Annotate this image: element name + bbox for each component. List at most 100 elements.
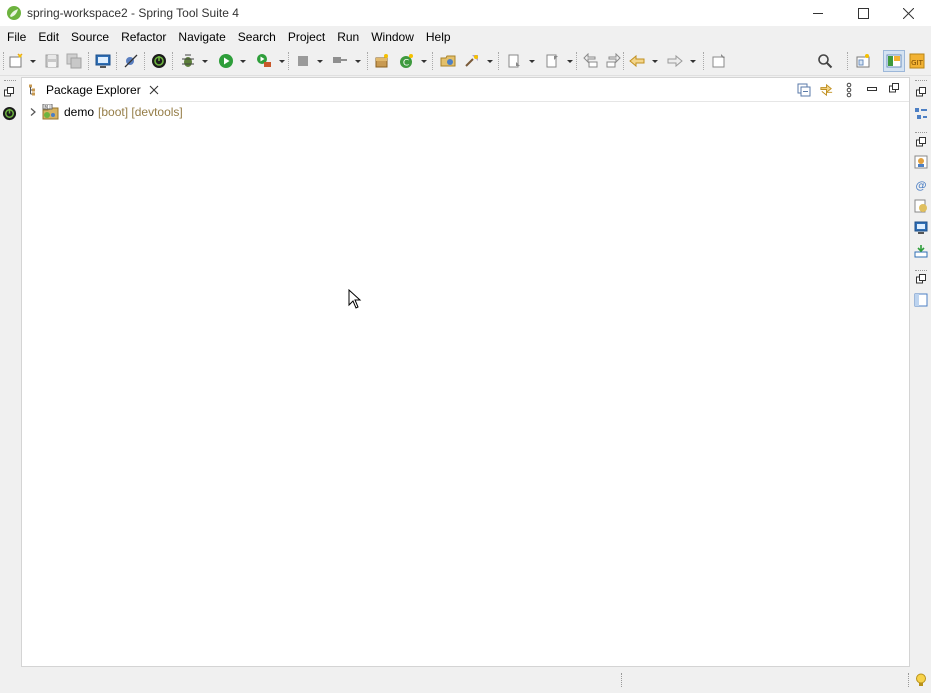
git-perspective-icon[interactable]: GIT xyxy=(909,53,925,69)
pin-editor-icon[interactable] xyxy=(711,53,727,69)
back-icon[interactable] xyxy=(629,53,645,69)
package-explorer-icon xyxy=(29,84,35,96)
menu-edit[interactable]: Edit xyxy=(32,26,65,48)
previous-annotation-icon[interactable] xyxy=(545,53,561,69)
open-type-icon[interactable] xyxy=(440,53,456,69)
restore-icon[interactable] xyxy=(916,274,926,284)
new-java-class-icon[interactable]: C xyxy=(398,53,414,69)
new-java-package-icon[interactable] xyxy=(374,53,390,69)
window-title: spring-workspace2 - Spring Tool Suite 4 xyxy=(27,6,239,20)
search-icon[interactable] xyxy=(817,53,833,69)
main-toolbar: C GIT xyxy=(0,48,931,76)
skip-breakpoints-icon[interactable] xyxy=(123,53,139,69)
close-icon xyxy=(903,7,914,19)
title-bar: spring-workspace2 - Spring Tool Suite 4 xyxy=(0,0,931,26)
maximize-button[interactable] xyxy=(841,0,886,26)
run-icon[interactable] xyxy=(218,53,234,69)
menu-source[interactable]: Source xyxy=(65,26,115,48)
javadoc-icon[interactable]: @ xyxy=(914,178,928,192)
run-dropdown[interactable] xyxy=(240,60,246,63)
package-explorer-view: Package Explorer M J demo [boot] [devtoo… xyxy=(21,77,910,667)
disconnect-dropdown[interactable] xyxy=(355,60,361,63)
view-tab-bar: Package Explorer xyxy=(22,78,909,102)
run-external-tools-dropdown[interactable] xyxy=(279,60,285,63)
project-tree: M J demo [boot] [devtools] xyxy=(22,102,909,122)
menu-file[interactable]: File xyxy=(1,26,32,48)
debug-icon[interactable] xyxy=(180,53,196,69)
minimize-button[interactable] xyxy=(796,0,841,26)
new-wizard-icon[interactable] xyxy=(8,53,24,69)
status-separator xyxy=(621,673,622,687)
run-external-tools-icon[interactable] xyxy=(256,53,272,69)
close-button[interactable] xyxy=(886,0,931,26)
java-perspective-icon xyxy=(886,54,902,68)
svg-text:GIT: GIT xyxy=(911,59,923,67)
maven-boot-project-icon: M J xyxy=(42,104,59,120)
collapse-all-icon[interactable] xyxy=(797,83,811,97)
toolbar-grip xyxy=(3,52,4,70)
svg-text:C: C xyxy=(403,59,409,69)
open-task-dropdown[interactable] xyxy=(487,60,493,63)
open-perspective-icon[interactable] xyxy=(855,53,871,69)
open-task-icon[interactable] xyxy=(464,53,480,69)
previous-annotation-dropdown[interactable] xyxy=(567,60,573,63)
tree-item-demo[interactable]: M J demo [boot] [devtools] xyxy=(22,102,909,122)
menu-refactor[interactable]: Refactor xyxy=(115,26,172,48)
next-annotation-icon[interactable] xyxy=(507,53,523,69)
next-edit-location-icon[interactable] xyxy=(605,53,621,69)
terminal-icon[interactable] xyxy=(95,53,111,69)
restore-icon[interactable] xyxy=(4,87,14,97)
maximize-icon xyxy=(858,7,869,19)
menu-search[interactable]: Search xyxy=(232,26,282,48)
save-all-icon[interactable] xyxy=(66,53,82,69)
status-separator xyxy=(908,673,909,687)
outline-icon[interactable] xyxy=(914,107,928,121)
disconnect-icon[interactable] xyxy=(332,53,348,69)
svg-text:@: @ xyxy=(916,179,927,192)
stop-dropdown[interactable] xyxy=(317,60,323,63)
restore-icon[interactable] xyxy=(916,137,926,147)
view-menu-icon[interactable] xyxy=(846,82,852,98)
forward-dropdown[interactable] xyxy=(690,60,696,63)
problems-icon[interactable] xyxy=(914,155,928,169)
console-icon[interactable] xyxy=(914,221,928,235)
new-java-class-dropdown[interactable] xyxy=(421,60,427,63)
lightbulb-icon[interactable] xyxy=(915,673,927,688)
back-dropdown[interactable] xyxy=(652,60,658,63)
project-decoration: [boot] [devtools] xyxy=(98,105,183,119)
project-name: demo xyxy=(64,105,95,119)
maximize-view-icon[interactable] xyxy=(889,83,899,93)
next-annotation-dropdown[interactable] xyxy=(529,60,535,63)
left-trim-stack xyxy=(0,77,20,677)
status-bar xyxy=(0,668,931,693)
spring-leaf-icon xyxy=(7,6,21,20)
java-perspective-button[interactable] xyxy=(883,50,905,72)
menu-bar: File Edit Source Refactor Navigate Searc… xyxy=(0,26,931,48)
menu-navigate[interactable]: Navigate xyxy=(172,26,231,48)
view-tab-label: Package Explorer xyxy=(46,83,141,97)
last-edit-location-icon[interactable] xyxy=(583,53,599,69)
close-icon[interactable] xyxy=(149,85,159,95)
svg-text:M J: M J xyxy=(44,104,50,109)
link-with-editor-icon[interactable] xyxy=(819,82,834,97)
declaration-icon[interactable] xyxy=(914,199,928,213)
menu-run[interactable]: Run xyxy=(331,26,365,48)
menu-help[interactable]: Help xyxy=(420,26,457,48)
forward-icon[interactable] xyxy=(667,53,683,69)
mouse-cursor-icon xyxy=(348,289,362,309)
restore-icon[interactable] xyxy=(916,87,926,97)
progress-icon[interactable] xyxy=(914,244,928,258)
task-list-icon[interactable] xyxy=(914,293,928,307)
debug-dropdown[interactable] xyxy=(202,60,208,63)
menu-window[interactable]: Window xyxy=(365,26,420,48)
chevron-right-icon[interactable] xyxy=(28,107,38,117)
minimize-view-icon[interactable] xyxy=(867,84,877,94)
right-trim-stack: @ xyxy=(911,77,931,677)
save-icon[interactable] xyxy=(44,53,60,69)
stop-icon[interactable] xyxy=(295,53,311,69)
spring-boot-dashboard-icon[interactable] xyxy=(151,53,167,69)
tab-package-explorer[interactable]: Package Explorer xyxy=(22,78,159,102)
new-wizard-dropdown[interactable] xyxy=(30,60,36,63)
menu-project[interactable]: Project xyxy=(282,26,331,48)
spring-boot-dashboard-trim-icon[interactable] xyxy=(2,106,17,121)
